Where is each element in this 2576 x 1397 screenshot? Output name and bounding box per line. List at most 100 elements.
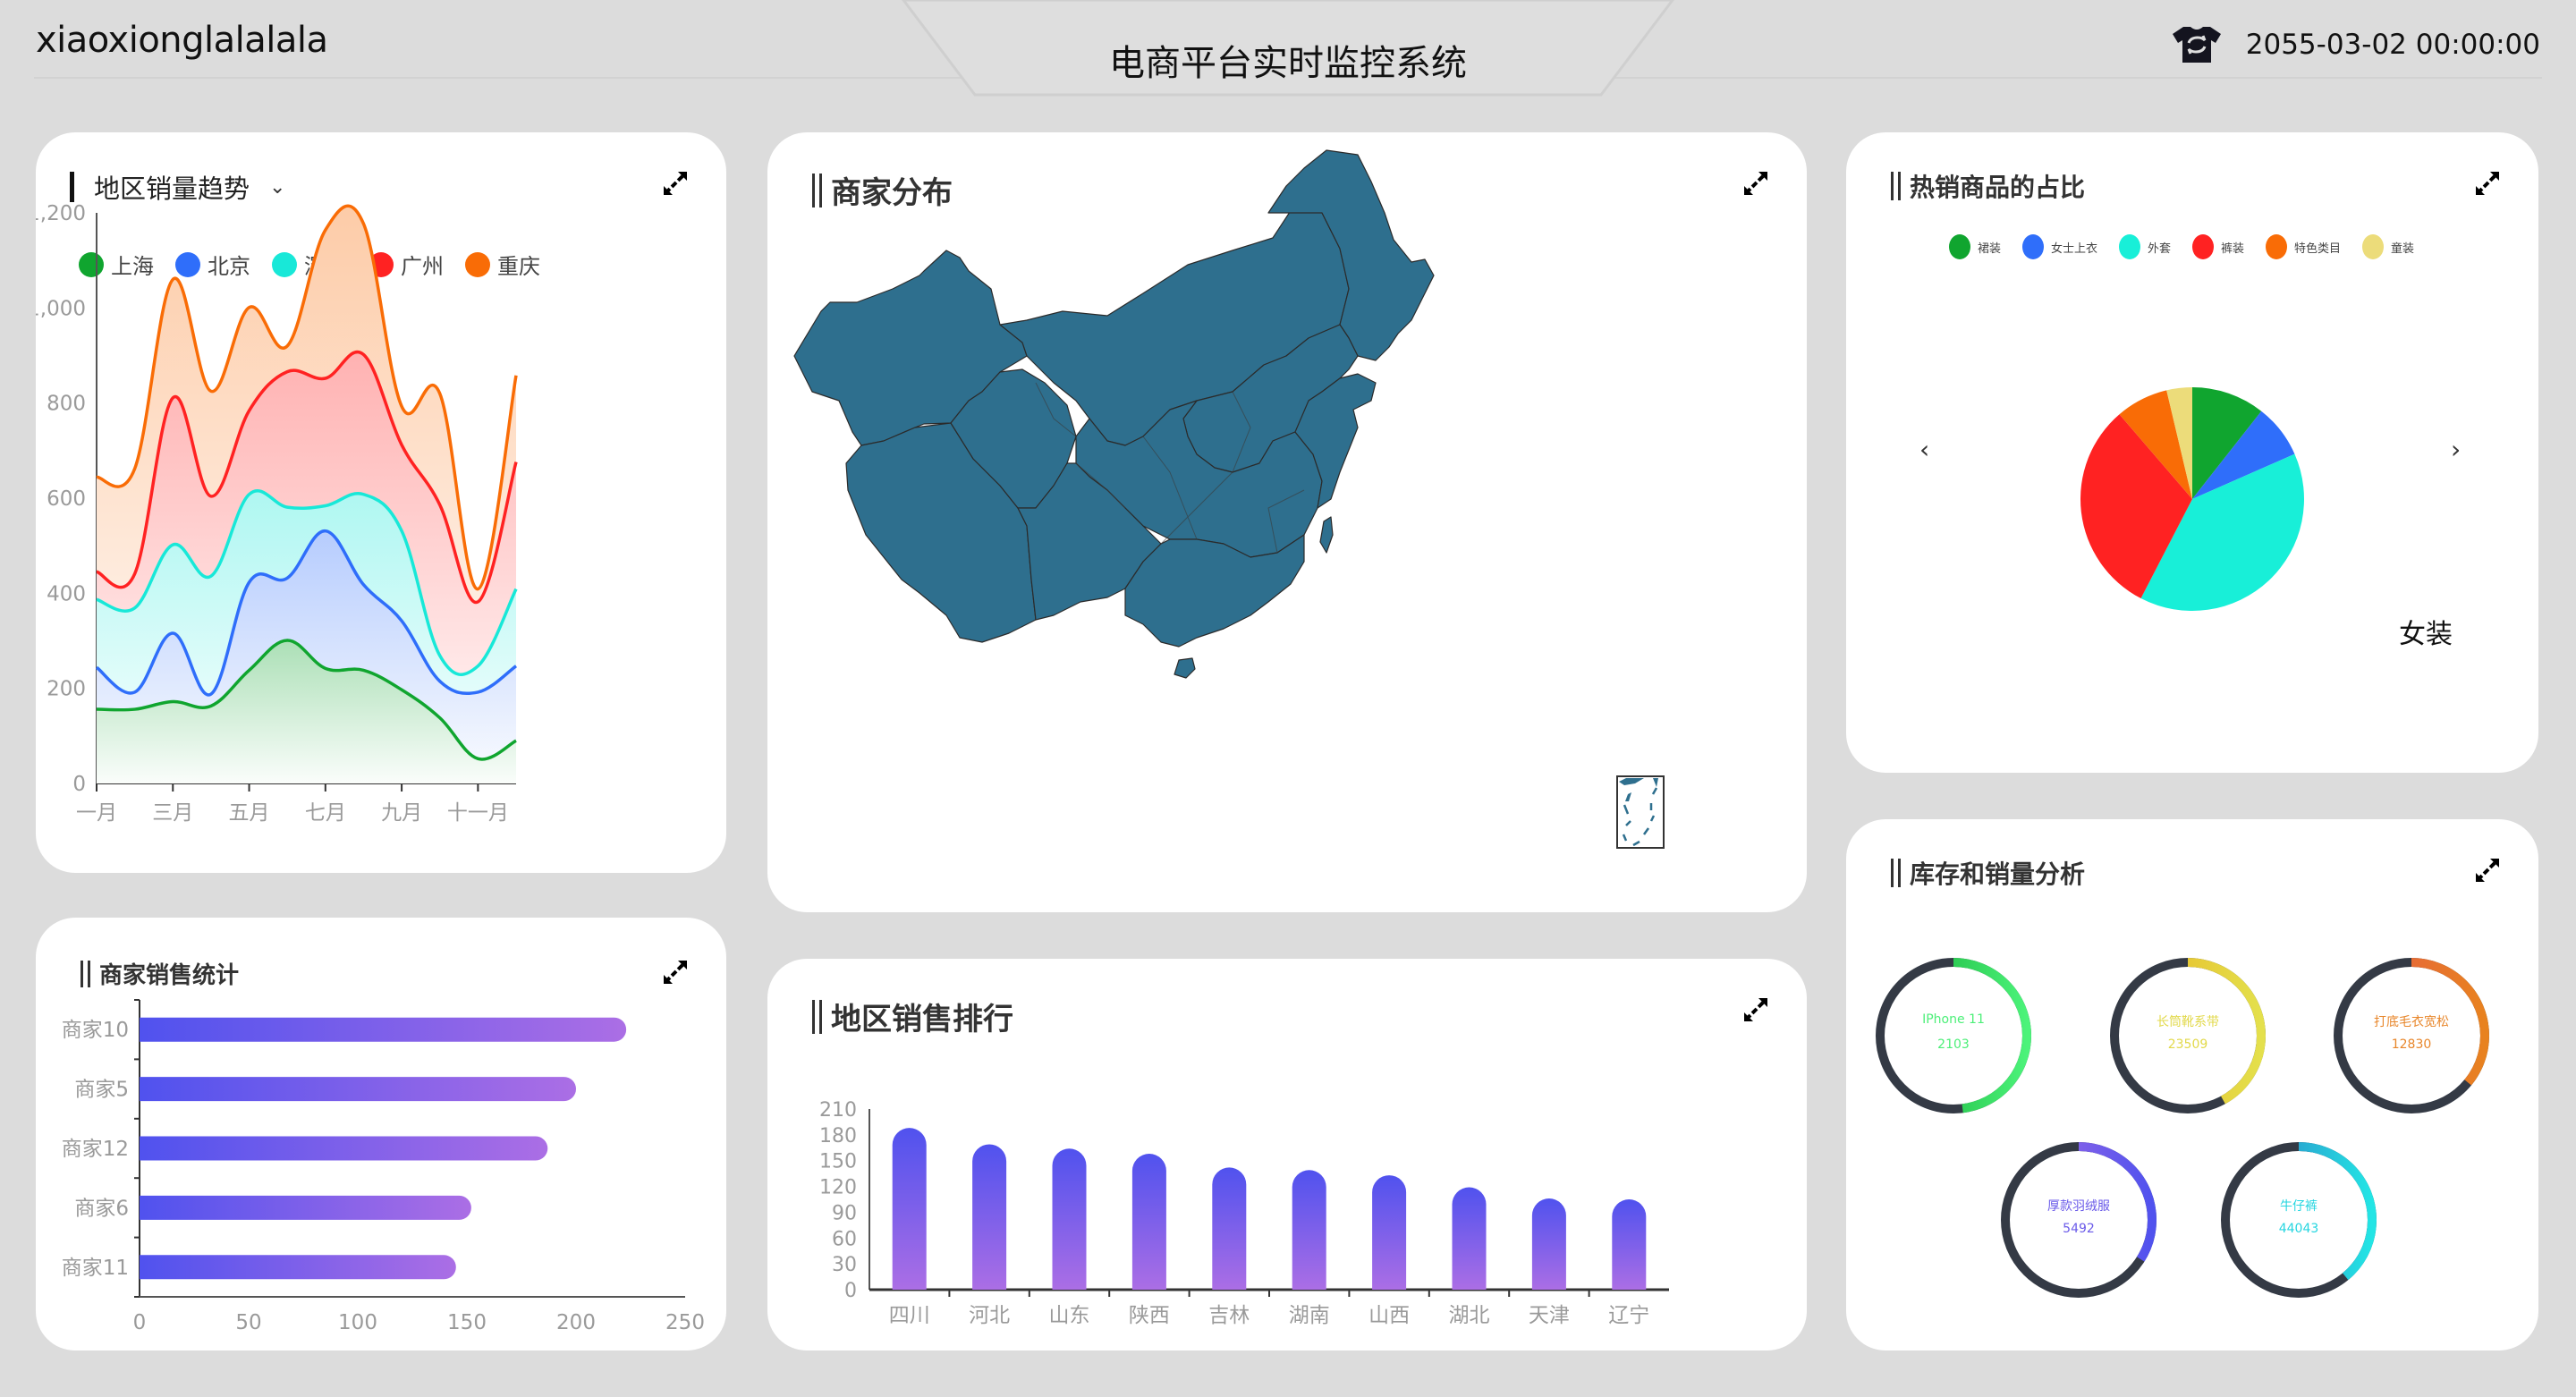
y-tick-label: 商家12 — [62, 1138, 129, 1161]
x-tick-label: 山西 — [1368, 1304, 1410, 1327]
x-tick-label: 湖北 — [1449, 1304, 1490, 1327]
x-tick-label: 50 — [235, 1311, 261, 1334]
ring-value: 44043 — [2278, 1222, 2319, 1236]
bar-河北[interactable] — [972, 1144, 1007, 1290]
bar-商家5[interactable] — [140, 1077, 576, 1102]
ring-graphic — [2334, 958, 2489, 1113]
bar-山东[interactable] — [1052, 1148, 1087, 1290]
map-region-taiwan[interactable] — [1319, 516, 1334, 554]
title-banner: 电商平台实时监控系统 — [894, 0, 1682, 98]
progress-ring[interactable]: 厚款羽绒服 5492 — [1998, 1139, 2159, 1300]
bar-陕西[interactable] — [1131, 1154, 1166, 1290]
merchant-sales-card: 商家销售统计 商家10 商家5 商家12 商家6 商家11 0 50 100 150 200 250 — [36, 918, 726, 1350]
bar-吉林[interactable] — [1212, 1167, 1247, 1290]
bar-商家10[interactable] — [140, 1017, 627, 1042]
x-tick-label: 吉林 — [1208, 1304, 1250, 1327]
progress-ring[interactable]: 牛仔裤 44043 — [2218, 1139, 2379, 1300]
progress-ring[interactable]: 长筒靴系带 23509 — [2107, 955, 2268, 1116]
x-tick-label: 十一月 — [447, 801, 509, 825]
hot-products-pie — [2080, 387, 2304, 612]
ring-product-name: 长筒靴系带 — [2157, 1015, 2219, 1029]
ring-value: 5492 — [2063, 1222, 2095, 1236]
brand-name: xiaoxionglalalala — [36, 20, 328, 61]
title-marker — [1891, 859, 1901, 887]
x-tick-label: 五月 — [229, 801, 270, 825]
x-tick-label: 200 — [556, 1311, 596, 1334]
y-tick-label: 0 — [72, 773, 86, 796]
bar-湖南[interactable] — [1292, 1170, 1326, 1290]
expand-icon[interactable] — [2472, 855, 2503, 885]
y-tick-label: 800 — [47, 393, 86, 416]
ring-graphic — [2001, 1142, 2157, 1298]
y-tick-label: 180 — [819, 1125, 857, 1147]
y-tick-label: 600 — [47, 487, 86, 511]
region-sales-ranking-card: 地区销售排行 0 30 60 90 120 150 180 210 四川 河北 山东 陕西 吉林 湖南 山西… — [767, 959, 1807, 1350]
bar-商家11[interactable] — [140, 1255, 456, 1280]
ring-product-name: 打底毛衣宽松 — [2374, 1015, 2449, 1029]
y-tick-label: 90 — [832, 1202, 857, 1224]
bar-商家6[interactable] — [140, 1195, 471, 1220]
y-tick-label: 120 — [819, 1177, 857, 1199]
trend-chart: 0 200 400 600 800 1,000 1,200 一月 三月 五月 七月 九月 十一月 — [36, 202, 518, 825]
top-bar: xiaoxionglalalala 电商平台实时监控系统 2055-03-02 … — [0, 0, 2576, 98]
merchant-distribution-card: 商家分布 — [767, 132, 1807, 912]
inventory-sales-card: 库存和销量分析 IPhone 11 2103 长筒靴系带 23509 打底毛衣宽松 128… — [1846, 819, 2538, 1350]
x-tick-label: 河北 — [969, 1304, 1010, 1327]
south-china-sea-inset — [1616, 775, 1665, 849]
y-tick-label: 商家6 — [74, 1197, 129, 1220]
x-tick-label: 250 — [665, 1311, 705, 1334]
merchant-bar-chart: 商家10 商家5 商家12 商家6 商家11 0 50 100 150 200 250 — [62, 999, 705, 1334]
map-region-hainan[interactable] — [1174, 657, 1196, 679]
tshirt-switch-icon[interactable] — [2171, 25, 2223, 64]
ring-value: 23509 — [2167, 1037, 2208, 1052]
y-tick-label: 150 — [819, 1151, 857, 1173]
stock-title: 库存和销量分析 — [1910, 859, 2086, 889]
x-tick-label: 湖南 — [1289, 1304, 1330, 1327]
x-tick-label: 150 — [447, 1311, 487, 1334]
y-tick-label: 0 — [844, 1280, 857, 1302]
ring-graphic — [1876, 958, 2031, 1113]
y-tick-label: 商家11 — [62, 1257, 129, 1280]
ring-graphic — [2110, 958, 2266, 1113]
y-tick-label: 商家5 — [74, 1079, 129, 1102]
bar-山西[interactable] — [1372, 1175, 1407, 1290]
x-tick-label: 一月 — [76, 801, 117, 825]
datetime: 2055-03-02 00:00:00 — [2245, 29, 2540, 61]
ring-value: 2103 — [1937, 1037, 1970, 1052]
pie-category-label: 女装 — [2399, 619, 2453, 650]
bar-四川[interactable] — [892, 1128, 927, 1290]
region-sales-trend-card: 地区销量趋势 ⌄ 上海北京深圳广州重庆 02004006008001,0001,… — [36, 132, 726, 873]
bar-商家12[interactable] — [140, 1136, 548, 1161]
y-tick-label: 商家10 — [62, 1019, 129, 1042]
x-tick-label: 山东 — [1049, 1304, 1090, 1327]
region-bar-chart: 0 30 60 90 120 150 180 210 四川 河北 山东 陕西 吉林 湖南 山西 湖北 天津 辽宁 — [819, 1099, 1669, 1327]
y-tick-label: 210 — [819, 1099, 857, 1122]
x-tick-label: 0 — [133, 1311, 147, 1334]
y-tick-label: 30 — [832, 1254, 857, 1276]
y-tick-label: 1,200 — [36, 202, 86, 225]
page-title: 电商平台实时监控系统 — [1109, 43, 1467, 84]
ring-value: 12830 — [2391, 1037, 2432, 1052]
ring-graphic — [2221, 1142, 2377, 1298]
bar-辽宁[interactable] — [1612, 1199, 1647, 1290]
datetime-area: 2055-03-02 00:00:00 — [2171, 25, 2540, 64]
x-tick-label: 天津 — [1529, 1304, 1570, 1327]
x-tick-label: 陕西 — [1129, 1304, 1170, 1327]
x-tick-label: 九月 — [381, 801, 422, 825]
bar-湖北[interactable] — [1452, 1187, 1487, 1290]
x-tick-label: 辽宁 — [1608, 1304, 1649, 1327]
progress-ring[interactable]: IPhone 11 2103 — [1873, 955, 2034, 1116]
progress-ring[interactable]: 打底毛衣宽松 12830 — [2331, 955, 2492, 1116]
y-tick-label: 1,000 — [36, 297, 86, 320]
ring-product-name: 牛仔裤 — [2280, 1199, 2318, 1214]
x-tick-label: 七月 — [305, 801, 346, 825]
stock-title-wrap: 库存和销量分析 — [1891, 855, 2085, 891]
y-tick-label: 400 — [47, 582, 86, 605]
x-tick-label: 100 — [338, 1311, 377, 1334]
china-map[interactable] — [767, 132, 1807, 912]
y-tick-label: 200 — [47, 678, 86, 701]
bar-天津[interactable] — [1531, 1198, 1566, 1290]
y-tick-label: 60 — [832, 1228, 857, 1250]
ring-product-name: IPhone 11 — [1922, 1012, 1985, 1027]
x-tick-label: 三月 — [152, 801, 193, 825]
